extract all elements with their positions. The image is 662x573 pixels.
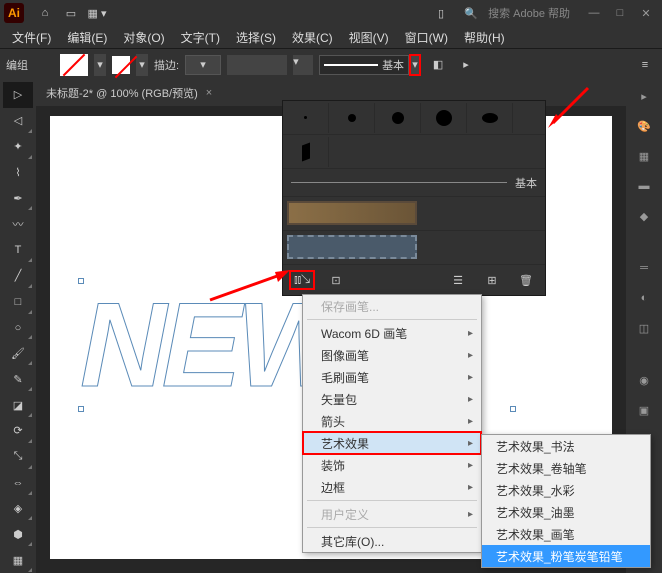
- fill-swatch[interactable]: [60, 54, 88, 76]
- brush-libraries-menu-icon[interactable]: ⊡: [323, 270, 349, 290]
- width-tool[interactable]: ⇔: [3, 470, 33, 496]
- stroke-weight-input[interactable]: ▾: [185, 55, 221, 75]
- titlebar: Ai ⌂ ▭ ▦ ▾ ▯ 🔍 搜索 Adobe 帮助 — □ ✕: [0, 0, 662, 26]
- brush-libraries-menu: 保存画笔... Wacom 6D 画笔 图像画笔 毛刷画笔 矢量包 箭头 艺术效…: [302, 294, 482, 553]
- line-tool[interactable]: ╱: [3, 263, 33, 289]
- stroke-swatch[interactable]: [112, 56, 130, 74]
- brush-new-icon[interactable]: ⊞: [479, 270, 505, 290]
- menu-select[interactable]: 选择(S): [230, 27, 282, 48]
- brush-basic[interactable]: 基本: [283, 169, 545, 197]
- selection-mode: 编组: [6, 57, 28, 73]
- brush-definition[interactable]: 基本: [319, 55, 409, 75]
- paintbrush-tool[interactable]: 🖌: [3, 340, 33, 366]
- menu-window[interactable]: 窗口(W): [399, 27, 454, 48]
- graphic-styles-icon[interactable]: ▣: [629, 396, 659, 424]
- opacity-icon[interactable]: ◧: [427, 54, 449, 76]
- brush-dropdown-panel: 基本 ⫾⫾↘ ⊡ ☰ ⊞ 🗑: [282, 100, 546, 296]
- type-tool[interactable]: T: [3, 237, 33, 263]
- app-logo: Ai: [4, 3, 24, 23]
- align-icon[interactable]: ≡: [634, 54, 656, 76]
- brush-row-calligraphy[interactable]: [283, 135, 545, 169]
- ctx-bristle-brush[interactable]: 毛刷画笔: [303, 366, 481, 388]
- stroke-dropdown[interactable]: ▾: [136, 54, 148, 76]
- search-icon[interactable]: 🔍: [460, 2, 482, 24]
- artistic-submenu: 艺术效果_书法 艺术效果_卷轴笔 艺术效果_水彩 艺术效果_油墨 艺术效果_画笔…: [481, 434, 651, 568]
- color-panel-icon[interactable]: 🎨: [629, 112, 659, 140]
- minimize-button[interactable]: —: [582, 4, 606, 22]
- eraser-tool[interactable]: ◪: [3, 392, 33, 418]
- tab-close-icon[interactable]: ×: [206, 87, 212, 99]
- fill-dropdown[interactable]: ▾: [94, 54, 106, 76]
- scale-tool[interactable]: ⤡: [3, 444, 33, 470]
- ctx-save-brushes: 保存画笔...: [303, 295, 481, 317]
- brush-definition-dropdown[interactable]: ▾: [409, 54, 421, 76]
- pencil-tool[interactable]: ✎: [3, 366, 33, 392]
- stroke-profile-dd[interactable]: ▾: [293, 55, 313, 75]
- options-bar: 编组 ▾ ▾ 描边: ▾ ▾ 基本 ▾ ◧ ▸ ≡: [0, 48, 662, 80]
- menu-file[interactable]: 文件(F): [6, 27, 57, 48]
- direct-selection-tool[interactable]: ◁: [3, 108, 33, 134]
- selection-tool[interactable]: ▷: [3, 82, 33, 108]
- sub-watercolor[interactable]: 艺术效果_水彩: [482, 479, 650, 501]
- gradient-panel-icon[interactable]: ◐: [629, 284, 659, 312]
- shape-builder-tool[interactable]: ⬢: [3, 521, 33, 547]
- ctx-decorative[interactable]: 装饰: [303, 454, 481, 476]
- magic-wand-tool[interactable]: ✦: [3, 134, 33, 160]
- curvature-tool[interactable]: 〰: [3, 211, 33, 237]
- stroke-profile[interactable]: [227, 55, 287, 75]
- ctx-arrows[interactable]: 箭头: [303, 410, 481, 432]
- ctx-borders[interactable]: 边框: [303, 476, 481, 498]
- tools-panel: ▷ ◁ ✦ ⌇ ✒ 〰 T ╱ □ ○ 🖌 ✎ ◪ ⟳ ⤡ ⇔ ◈ ⬢ ▦: [0, 80, 36, 573]
- bridge-icon[interactable]: ▭: [60, 2, 82, 24]
- ctx-artistic[interactable]: 艺术效果: [303, 432, 481, 454]
- doc-icon[interactable]: ▯: [430, 2, 452, 24]
- brush-libraries-icon[interactable]: ⫾⫾↘: [289, 270, 315, 290]
- sub-paintbrush[interactable]: 艺术效果_画笔: [482, 523, 650, 545]
- style-icon[interactable]: ▸: [455, 54, 477, 76]
- brush-row-dots[interactable]: [283, 101, 545, 135]
- menu-object[interactable]: 对象(O): [117, 27, 170, 48]
- ctx-vector-pack[interactable]: 矢量包: [303, 388, 481, 410]
- brush-panel-footer: ⫾⫾↘ ⊡ ☰ ⊞ 🗑: [283, 265, 545, 295]
- menu-view[interactable]: 视图(V): [343, 27, 395, 48]
- ctx-other-library[interactable]: 其它库(O)...: [303, 530, 481, 552]
- sub-chalk-charcoal[interactable]: 艺术效果_粉笔炭笔铅笔: [482, 545, 650, 567]
- ellipse-tool[interactable]: ○: [3, 315, 33, 341]
- appearance-panel-icon[interactable]: ◉: [629, 366, 659, 394]
- sub-scroll[interactable]: 艺术效果_卷轴笔: [482, 457, 650, 479]
- stroke-panel-icon[interactable]: ═: [629, 254, 659, 282]
- rectangle-tool[interactable]: □: [3, 289, 33, 315]
- menu-edit[interactable]: 编辑(E): [61, 27, 113, 48]
- brushes-panel-icon[interactable]: ▬: [629, 172, 659, 200]
- menu-effect[interactable]: 效果(C): [286, 27, 339, 48]
- perspective-tool[interactable]: ▦: [3, 547, 33, 573]
- sub-ink[interactable]: 艺术效果_油墨: [482, 501, 650, 523]
- rotate-tool[interactable]: ⟳: [3, 418, 33, 444]
- ctx-image-brush[interactable]: 图像画笔: [303, 344, 481, 366]
- close-button[interactable]: ✕: [634, 4, 658, 22]
- symbols-panel-icon[interactable]: ◆: [629, 202, 659, 230]
- sub-calligraphy[interactable]: 艺术效果_书法: [482, 435, 650, 457]
- swatches-panel-icon[interactable]: ▦: [629, 142, 659, 170]
- ctx-user-defined: 用户定义: [303, 503, 481, 525]
- maximize-button[interactable]: □: [608, 4, 632, 22]
- free-transform-tool[interactable]: ◈: [3, 496, 33, 522]
- menu-help[interactable]: 帮助(H): [458, 27, 511, 48]
- ctx-wacom[interactable]: Wacom 6D 画笔: [303, 322, 481, 344]
- doc-tab-label: 未标题-2* @ 100% (RGB/预览): [46, 85, 198, 101]
- menu-type[interactable]: 文字(T): [175, 27, 226, 48]
- transparency-panel-icon[interactable]: ◫: [629, 314, 659, 342]
- stroke-label: 描边:: [154, 57, 179, 73]
- brush-pattern-1[interactable]: [283, 197, 545, 231]
- brush-pattern-2[interactable]: [283, 231, 545, 265]
- arrange-icon[interactable]: ▦ ▾: [86, 2, 108, 24]
- pen-tool[interactable]: ✒: [3, 185, 33, 211]
- lasso-tool[interactable]: ⌇: [3, 160, 33, 186]
- search-input[interactable]: 搜索 Adobe 帮助: [488, 5, 570, 21]
- home-icon[interactable]: ⌂: [34, 2, 56, 24]
- menubar: 文件(F) 编辑(E) 对象(O) 文字(T) 选择(S) 效果(C) 视图(V…: [0, 26, 662, 48]
- brush-options-icon[interactable]: ☰: [445, 270, 471, 290]
- properties-panel-icon[interactable]: ▸: [629, 82, 659, 110]
- brush-delete-icon[interactable]: 🗑: [513, 270, 539, 290]
